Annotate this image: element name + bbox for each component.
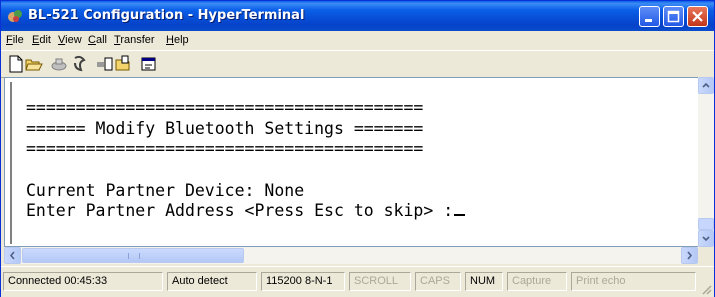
terminal-line: ====== Modify Bluetooth Settings =======	[26, 119, 424, 138]
vertical-scroll-thumb[interactable]	[698, 218, 714, 230]
terminal-frame: ========================================…	[4, 77, 701, 247]
connect-phone-icon[interactable]	[50, 55, 68, 73]
open-folder-icon[interactable]	[25, 55, 43, 73]
arrow-down-icon	[702, 236, 710, 242]
menu-transfer[interactable]: Transfer	[114, 34, 155, 46]
horizontal-scrollbar[interactable]	[4, 247, 698, 264]
scroll-right-button[interactable]	[681, 247, 698, 264]
scroll-grip	[128, 253, 140, 259]
menu-bar: File Edit View Call Transfer Help	[1, 31, 714, 50]
send-file-icon[interactable]	[96, 55, 114, 73]
status-capture: Capture	[507, 272, 567, 291]
disconnect-icon[interactable]	[71, 55, 89, 73]
status-connected-time: Connected 00:45:33	[3, 272, 163, 291]
scroll-up-button[interactable]	[698, 77, 714, 94]
resize-grip-icon[interactable]	[700, 283, 712, 295]
menu-file[interactable]: File	[6, 34, 24, 46]
receive-file-icon[interactable]	[114, 55, 132, 73]
scroll-down-button[interactable]	[698, 230, 714, 247]
menu-help[interactable]: Help	[166, 34, 189, 46]
new-document-icon[interactable]	[7, 55, 25, 73]
window-title: BL-521 Configuration - HyperTerminal	[28, 8, 305, 23]
scroll-left-button[interactable]	[4, 247, 21, 264]
status-num: NUM	[465, 272, 503, 291]
arrow-up-icon	[702, 82, 710, 88]
minimize-icon	[645, 19, 652, 22]
toolbar	[1, 50, 714, 78]
status-caps: CAPS	[415, 272, 461, 291]
menu-edit[interactable]: Edit	[32, 34, 51, 46]
minimize-button[interactable]	[639, 6, 660, 27]
horizontal-scroll-thumb[interactable]	[22, 248, 244, 263]
menu-view[interactable]: View	[58, 34, 82, 46]
status-bar: Connected 00:45:33 Auto detect 115200 8-…	[1, 266, 714, 297]
terminal-line: ========================================	[26, 98, 424, 117]
status-print-echo: Print echo	[571, 272, 696, 291]
terminal-prompt-text: Enter Partner Address <Press Esc to skip…	[26, 201, 454, 220]
arrow-right-icon	[687, 251, 693, 260]
terminal-left-edge	[10, 82, 12, 244]
vertical-scrollbar[interactable]	[698, 77, 714, 247]
terminal-line: Current Partner Device: None	[26, 181, 305, 200]
close-icon	[692, 11, 703, 22]
terminal-line: ========================================	[26, 139, 424, 158]
title-bar[interactable]: BL-521 Configuration - HyperTerminal	[1, 1, 714, 31]
hyperterminal-app-icon[interactable]	[7, 8, 23, 24]
status-port-settings: 115200 8-N-1	[261, 272, 345, 291]
properties-icon[interactable]	[140, 55, 158, 73]
terminal-prompt-line[interactable]: Enter Partner Address <Press Esc to skip…	[26, 201, 466, 220]
status-scroll: SCROLL	[349, 272, 411, 291]
menu-call[interactable]: Call	[88, 34, 107, 46]
maximize-icon	[667, 10, 680, 23]
arrow-left-icon	[9, 251, 15, 260]
close-button[interactable]	[687, 6, 708, 27]
maximize-button[interactable]	[663, 6, 684, 27]
text-cursor	[454, 214, 466, 216]
hyperterminal-window: BL-521 Configuration - HyperTerminal Fil…	[0, 0, 715, 297]
status-detect: Auto detect	[167, 272, 257, 291]
